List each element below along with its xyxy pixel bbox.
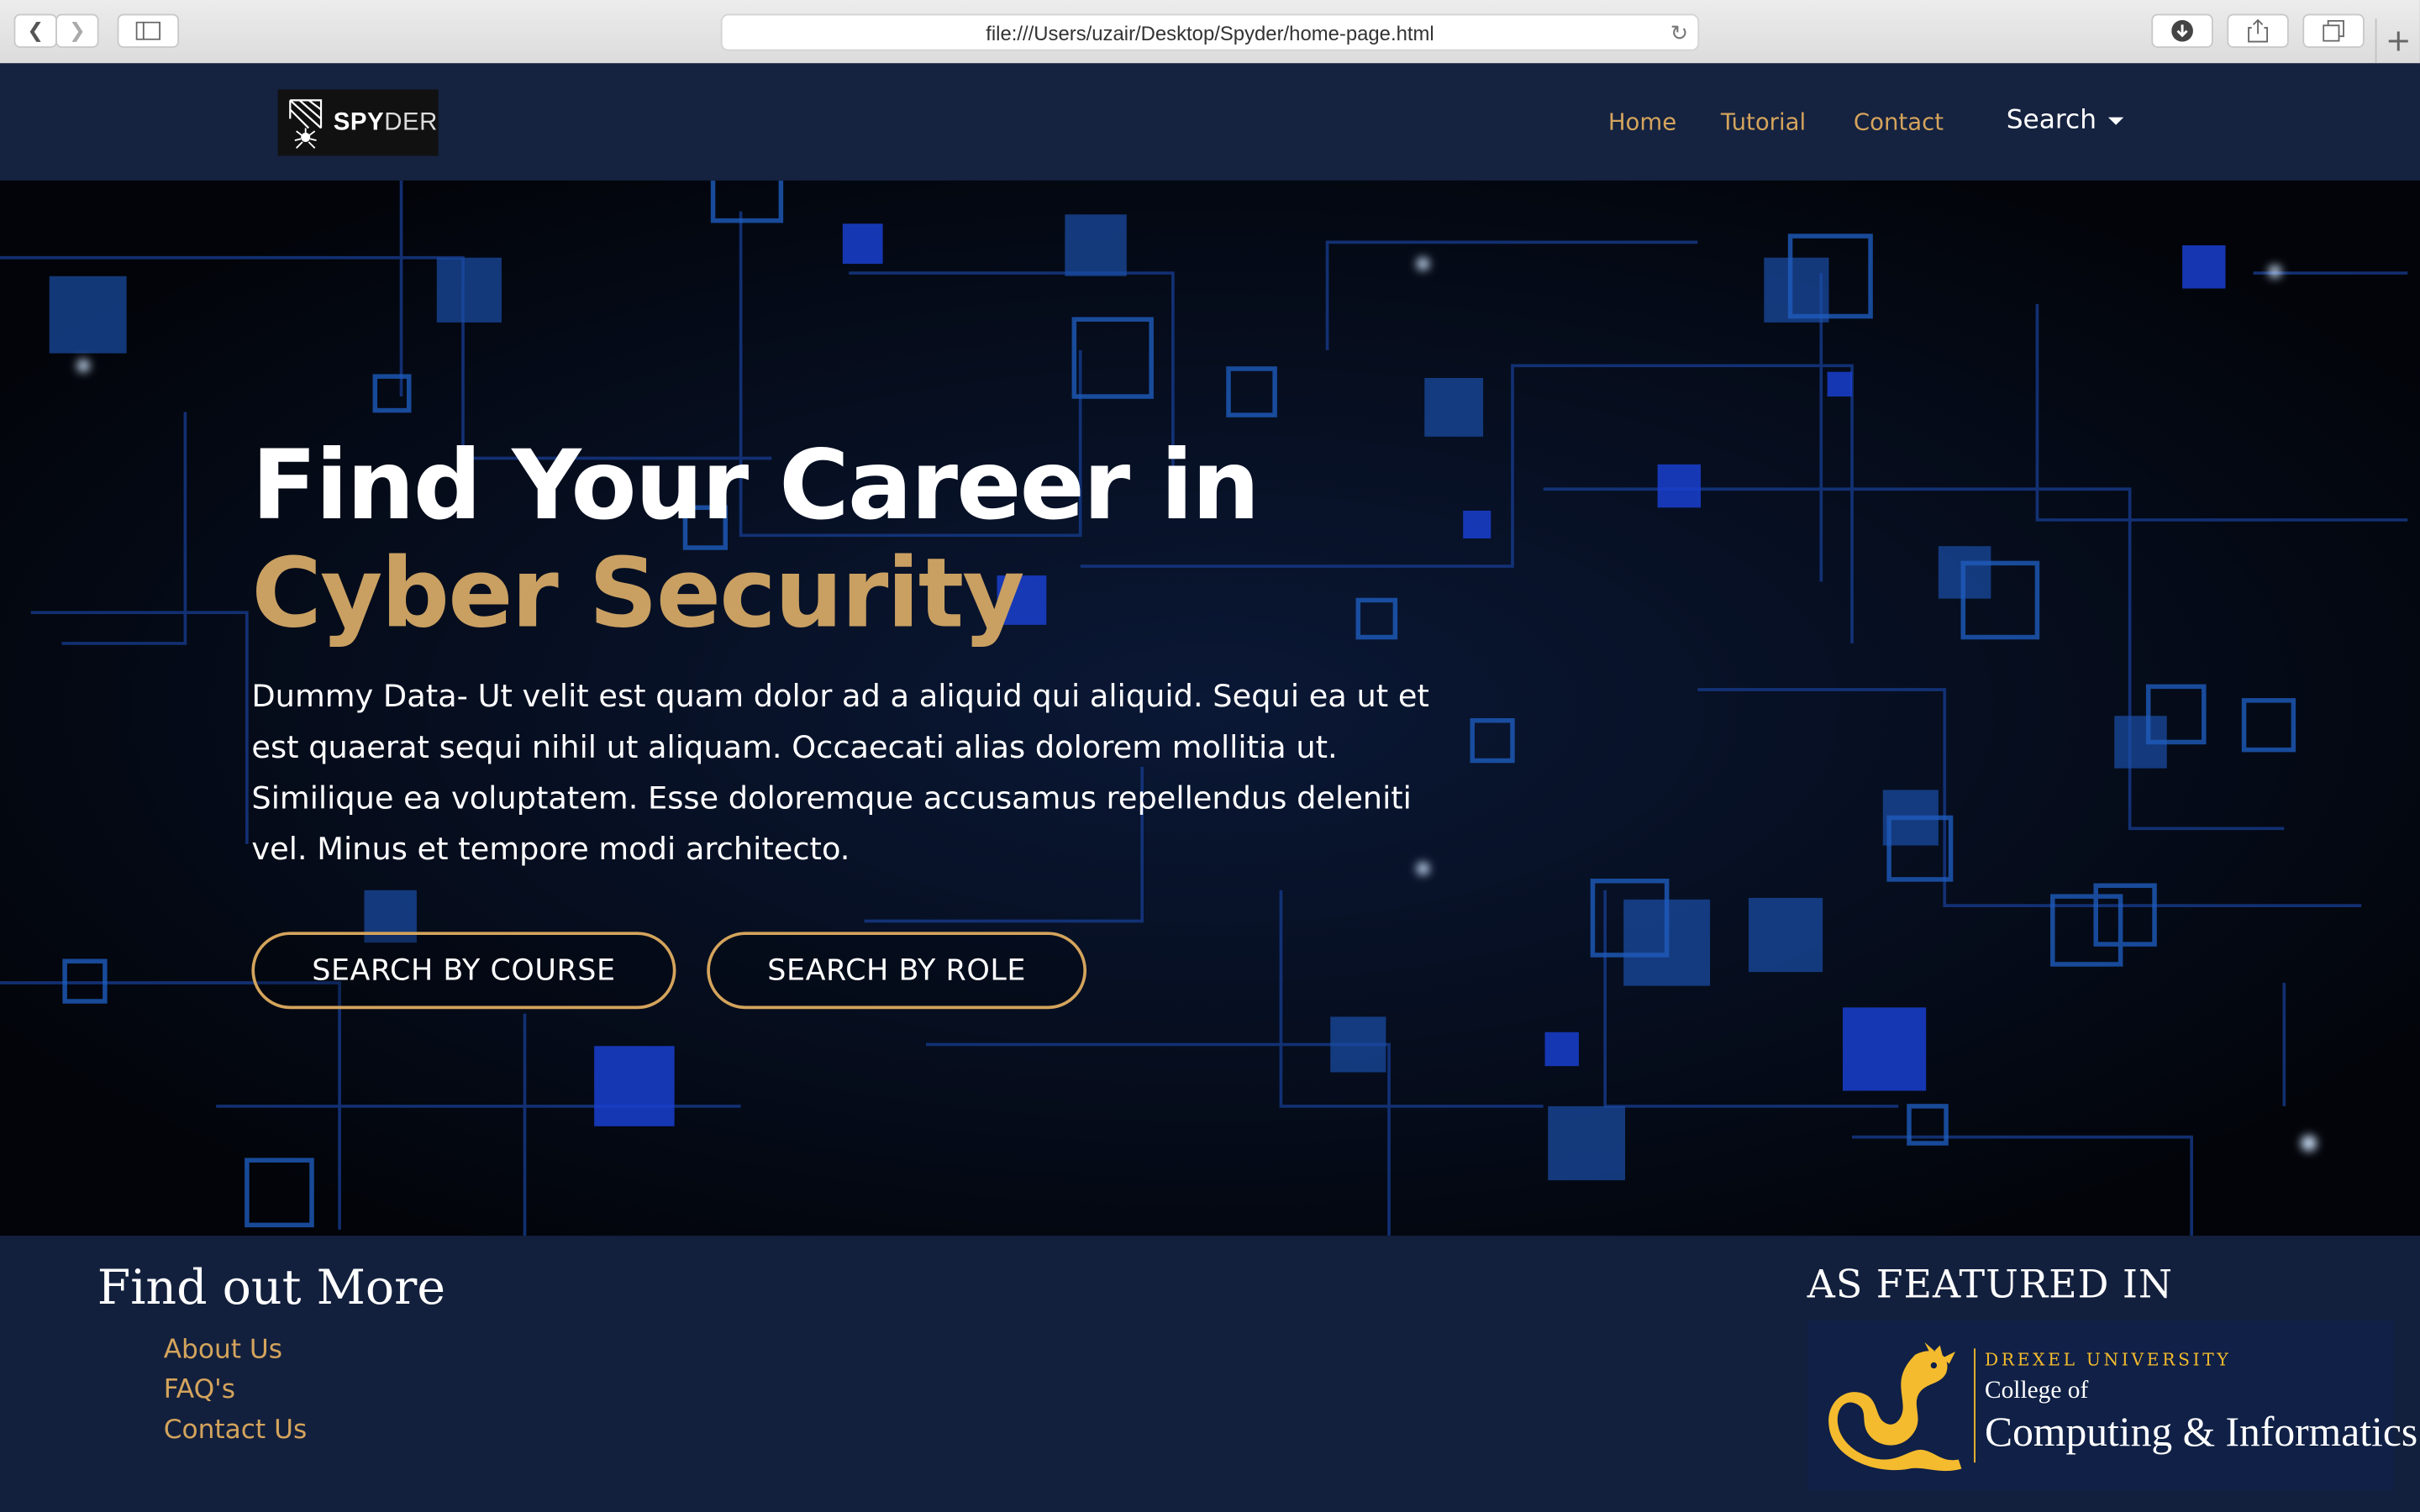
drexel-university-text: DREXEL UNIVERSITY	[1984, 1350, 2232, 1370]
hero-description: Dummy Data- Ut velit est quam dolor ad a…	[251, 677, 1429, 868]
search-dropdown-label: Search	[2006, 104, 2096, 136]
navbar: SPYDER Home Tutorial Contact Search	[0, 63, 2420, 181]
footer: Find out More About Us FAQ's Contact Us …	[0, 1236, 2420, 1512]
logo[interactable]: SPYDER	[277, 89, 439, 156]
share-button[interactable]	[2227, 13, 2289, 48]
footer-contact-link[interactable]: Contact Us	[164, 1415, 308, 1446]
browser-toolbar: ❮ ❯ file:///Users/uzair/Desktop/Spyder/h…	[0, 0, 2420, 66]
new-tab-button[interactable]: +	[2375, 18, 2420, 64]
chevron-left-icon: ❮	[27, 18, 45, 43]
find-out-more-title: Find out More	[97, 1260, 446, 1316]
tabs-button[interactable]	[2302, 13, 2365, 48]
hero-title-line1: Find Your Career in	[251, 428, 1260, 542]
featured-in-title: AS FEATURED IN	[1807, 1262, 2174, 1307]
dragon-icon	[1828, 1341, 1962, 1472]
share-icon	[2248, 18, 2269, 43]
forward-button[interactable]: ❯	[55, 13, 99, 48]
drexel-college-text: College of	[1984, 1378, 2089, 1404]
footer-faq-link[interactable]: FAQ's	[164, 1374, 235, 1405]
back-button[interactable]: ❮	[13, 13, 57, 48]
nav-tutorial-link[interactable]: Tutorial	[1721, 108, 1806, 136]
drexel-logo[interactable]: DREXEL UNIVERSITY College of Computing &…	[1807, 1320, 2417, 1491]
url-text: file:///Users/uzair/Desktop/Spyder/home-…	[986, 20, 1434, 45]
downloads-button[interactable]	[2151, 13, 2213, 48]
sidebar-icon	[135, 21, 161, 40]
logo-text: SPYDER	[333, 108, 438, 135]
hero-title: Find Your Career in Cyber Security	[251, 428, 1260, 650]
chevron-right-icon: ❯	[68, 18, 86, 43]
caret-down-icon	[2108, 116, 2125, 124]
search-by-course-button[interactable]: SEARCH BY COURSE	[251, 932, 676, 1010]
reload-icon[interactable]: ↻	[1670, 20, 1689, 46]
search-by-role-button[interactable]: SEARCH BY ROLE	[707, 932, 1087, 1010]
footer-about-link[interactable]: About Us	[164, 1335, 282, 1366]
drexel-computing-text: Computing & Informatics	[1984, 1408, 2418, 1456]
download-icon	[2171, 19, 2193, 42]
hero-section: Find Your Career in Cyber Security Dummy…	[0, 180, 2420, 1236]
hero-title-line2: Cyber Security	[251, 537, 1024, 650]
tabs-icon	[2323, 19, 2344, 42]
sidebar-toggle-button[interactable]	[117, 13, 180, 48]
plus-icon: +	[2385, 21, 2412, 59]
drexel-divider	[1974, 1348, 1975, 1463]
search-dropdown[interactable]: Search	[2006, 104, 2125, 136]
nav-home-link[interactable]: Home	[1608, 108, 1676, 136]
nav-contact-link[interactable]: Contact	[1854, 108, 1944, 136]
spider-web-icon	[289, 98, 323, 149]
url-bar[interactable]: file:///Users/uzair/Desktop/Spyder/home-…	[720, 13, 1700, 51]
